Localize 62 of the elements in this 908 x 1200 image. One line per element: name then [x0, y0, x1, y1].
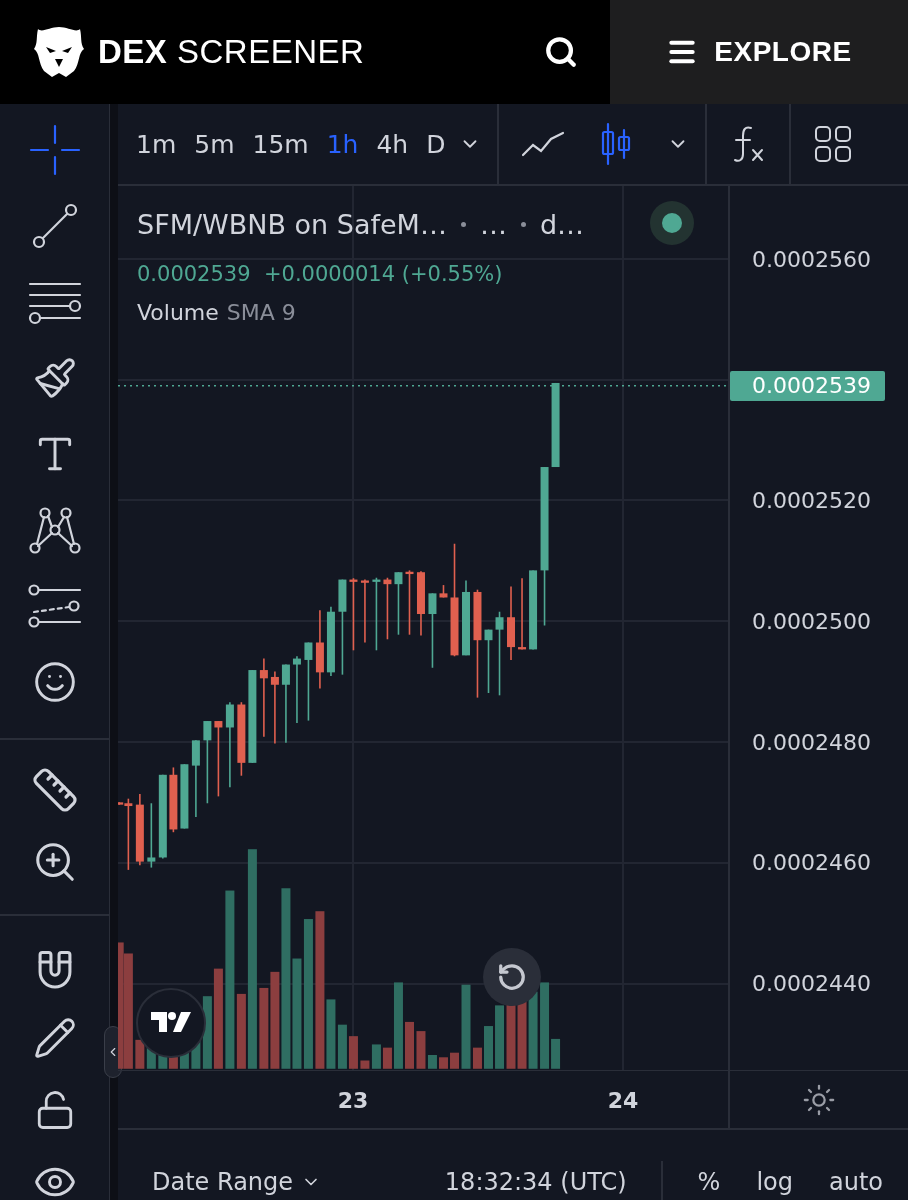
legend-text: d…	[539, 208, 585, 240]
candlestick	[360, 578, 369, 644]
live-status-indicator	[650, 201, 694, 245]
scale-toggle[interactable]: auto	[818, 1168, 894, 1196]
candlestick	[180, 763, 189, 830]
scale-toggle[interactable]: %	[686, 1168, 732, 1196]
candlestick	[383, 576, 392, 641]
smiley-icon	[32, 660, 77, 704]
layout-grid-icon	[812, 124, 853, 164]
volume-bar	[135, 1039, 145, 1069]
timeframe-tab[interactable]: 15m	[243, 129, 318, 159]
explore-button[interactable]: EXPLORE	[610, 0, 908, 104]
search-icon	[544, 35, 578, 69]
price-tick-label: 0.0002520	[752, 487, 871, 513]
tradingview-logo-icon	[151, 1012, 191, 1034]
last-price-label: 0.0002539	[730, 370, 885, 401]
sun-icon	[802, 1082, 836, 1117]
volume-bar	[495, 1005, 505, 1069]
candlestick	[326, 605, 335, 677]
price-tick-label: 0.0002560	[752, 246, 871, 272]
brush-icon	[32, 356, 77, 400]
crosshair-icon	[27, 123, 82, 177]
pair-title: SFM/WBNB on SafeM…	[137, 208, 447, 240]
date-range-button[interactable]: Date Range	[152, 1168, 322, 1196]
volume-bar	[405, 1021, 414, 1069]
candlestick	[147, 802, 156, 869]
volume-bar	[473, 1047, 482, 1069]
rotate-icon	[497, 962, 527, 992]
price-tick-label: 0.0002500	[752, 608, 871, 634]
candlestick	[439, 584, 448, 599]
price-change-text: 0.0002539 +0.0000014 (+0.55%)	[137, 262, 503, 286]
candlestick	[292, 655, 301, 724]
sma-label: SMA 9	[226, 300, 296, 325]
time-tick-label: 23	[337, 1087, 369, 1112]
timeframe-tab[interactable]: 5m	[185, 129, 244, 159]
candlestick	[405, 569, 414, 636]
scale-toggle[interactable]: log	[745, 1168, 804, 1196]
candlestick	[169, 766, 178, 833]
pattern-icon	[27, 505, 82, 555]
forecast-lines-icon	[26, 582, 83, 630]
candlestick	[394, 571, 403, 636]
ruler-icon	[30, 766, 79, 814]
candlestick	[417, 570, 425, 637]
volume-bar	[484, 1026, 493, 1069]
price-tick-label: 0.0002480	[752, 729, 871, 755]
price-tick-label: 0.0002460	[752, 849, 871, 875]
timeframe-tab[interactable]: 1m	[127, 129, 186, 159]
clock-text: 18:32:34 (UTC)	[444, 1168, 628, 1196]
volume-label: Volume	[137, 300, 219, 325]
volume-bar	[450, 1052, 459, 1069]
brand-name: DEX SCREENER	[98, 33, 366, 71]
price-tick-label: 0.0002440	[752, 970, 871, 996]
pencil-icon	[32, 1016, 77, 1060]
line-chart-icon	[520, 129, 565, 159]
volume-bar	[348, 1036, 358, 1069]
time-tick-label: 24	[607, 1087, 639, 1112]
timeframe-tab[interactable]: 1h	[317, 129, 368, 159]
timeframe-tab[interactable]: D	[417, 129, 455, 159]
candlestick	[484, 628, 493, 694]
timeframe-tab[interactable]: 4h	[367, 129, 418, 159]
legend-text: …	[479, 208, 507, 240]
volume-bar	[439, 1057, 448, 1069]
